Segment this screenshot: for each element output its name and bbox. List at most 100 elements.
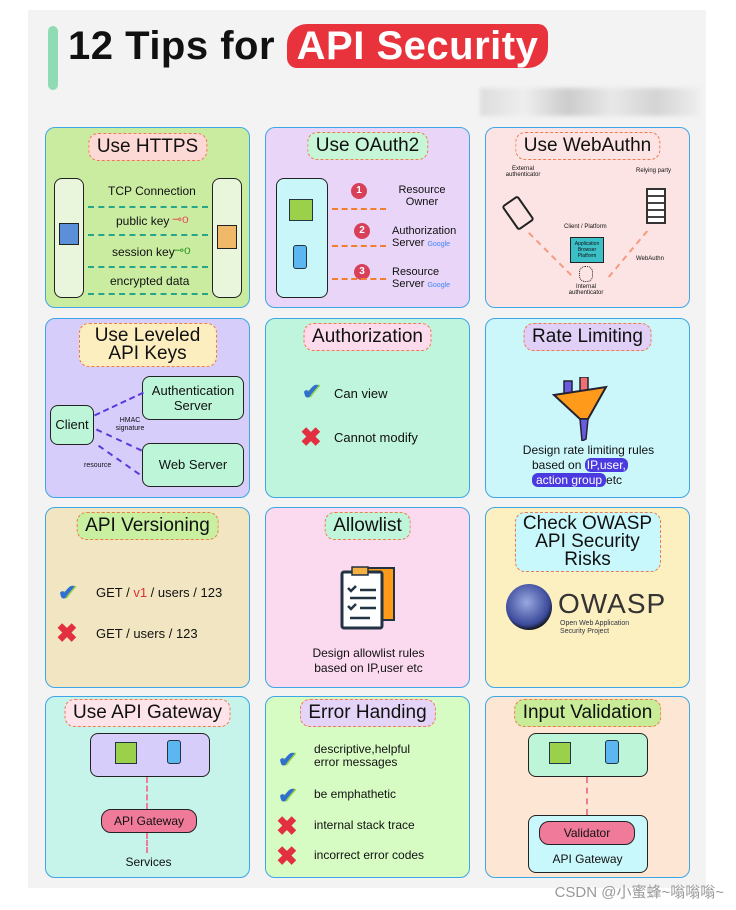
- title-accent-bar: [48, 26, 58, 90]
- phone-icon: [293, 245, 307, 269]
- arrow: [88, 293, 208, 295]
- web-server-box: Web Server: [142, 443, 244, 487]
- label: Client / Platform: [564, 224, 607, 230]
- panel-title: Authorization: [303, 323, 432, 351]
- arrow: [88, 234, 208, 236]
- error-dont: internal stack trace: [314, 818, 415, 832]
- highlight: IP,user,: [584, 458, 628, 472]
- panel-title: Use WebAuthn: [514, 132, 661, 160]
- validator-box: Validator: [539, 821, 635, 845]
- step-badge: 2: [354, 223, 370, 239]
- https-row: session key: [112, 245, 175, 259]
- arrow: [607, 230, 649, 278]
- api-gateway-box: API Gateway: [101, 809, 197, 833]
- cross-icon: ✖: [276, 841, 298, 871]
- panel-title: Use OAuth2: [306, 132, 429, 160]
- arrow: [332, 208, 386, 210]
- panel-authorization: Authorization ✔ Can view ✖ Cannot modify: [265, 318, 470, 498]
- panel-title: Check OWASP API Security Risks: [514, 512, 661, 572]
- panel-webauthn: Use WebAuthn External authenticator Rely…: [485, 127, 690, 308]
- oauth-step-label: Authorization Server Google: [392, 225, 462, 251]
- arrow: [586, 777, 588, 815]
- arrow: [528, 232, 572, 276]
- key-icon: ⊸o: [172, 212, 189, 226]
- cross-icon: ✖: [56, 618, 78, 648]
- gateway-label: API Gateway: [552, 852, 623, 866]
- panel-allowlist: Allowlist Design allowlist rules based o…: [265, 507, 470, 688]
- cross-icon: ✖: [300, 422, 322, 452]
- oauth-step-label: Resource Server Google: [392, 266, 462, 292]
- text: / users / 123: [147, 585, 223, 600]
- label: Internal authenticator: [568, 284, 604, 296]
- panel-owasp: Check OWASP API Security Risks OWASP Ope…: [485, 507, 690, 688]
- highlight: action group: [532, 473, 607, 487]
- https-row: TCP Connection: [108, 184, 196, 198]
- arrow: [88, 266, 208, 268]
- double-check-icon: ✔: [58, 580, 77, 605]
- panel-api-gateway: Use API Gateway API Gateway Services: [45, 696, 250, 878]
- panel-title: Use API Gateway: [64, 699, 231, 727]
- panel-https: Use HTTPS TCP Connection public key ⊸o s…: [45, 127, 250, 308]
- api-gateway-box: Validator API Gateway: [528, 815, 648, 873]
- panel-versioning: API Versioning ✔ GET / v1 / users / 123 …: [45, 507, 250, 688]
- title-text: 12 Tips for: [68, 24, 276, 68]
- double-check-icon: ✔: [278, 783, 297, 808]
- services-label: Services: [125, 855, 172, 869]
- panel-title: Allowlist: [324, 512, 411, 540]
- google-logo: Google: [427, 241, 451, 248]
- rate-desc: Design rate limiting rules: [522, 443, 655, 457]
- error-dont: incorrect error codes: [314, 848, 425, 862]
- title-highlight: API Security: [286, 24, 549, 68]
- panel-title: Input Validation: [513, 699, 662, 727]
- arrow: [146, 777, 148, 809]
- allowlist-desc: Design allowlist rules: [312, 646, 425, 660]
- title-text: Check OWASP API Security Risks: [522, 513, 653, 570]
- blurred-logo: [480, 88, 700, 116]
- label: WebAuthn: [636, 256, 664, 262]
- arrow: [97, 444, 141, 476]
- client-devices: [276, 178, 328, 298]
- client-devices: [528, 733, 648, 777]
- computer-icon: [54, 178, 84, 298]
- client-devices: [90, 733, 210, 777]
- double-check-icon: ✔: [302, 379, 321, 404]
- google-logo: Google: [427, 282, 451, 289]
- error-do: be emphathetic: [314, 787, 397, 801]
- text: etc: [606, 473, 623, 487]
- panel-title: API Versioning: [76, 512, 219, 540]
- label: Relying party: [636, 168, 672, 174]
- fingerprint-icon: [579, 266, 593, 282]
- label: resource: [84, 462, 112, 469]
- https-row: encrypted data: [110, 274, 190, 288]
- cross-icon: ✖: [276, 811, 298, 841]
- title-text: Use Leveled API Keys: [94, 325, 201, 364]
- client-box: Client: [50, 405, 94, 445]
- panel-title: Rate Limiting: [523, 323, 652, 351]
- permission-allowed: Can view: [334, 386, 388, 401]
- error-do: descriptive,helpful error messages: [314, 742, 411, 769]
- watermark: CSDN @小蜜蜂~嗡嗡嗡~: [554, 884, 724, 901]
- step-badge: 1: [351, 183, 367, 199]
- panel-leveled-keys: Use Leveled API Keys Client Authenticati…: [45, 318, 250, 498]
- owasp-subtitle: Security Project: [560, 628, 610, 635]
- monitor-icon: [289, 199, 313, 221]
- owasp-wordmark: OWASP: [558, 588, 667, 619]
- arrow: [94, 391, 144, 417]
- clipboard-icon: [340, 566, 395, 630]
- owasp-subtitle: Open Web Application: [560, 620, 630, 627]
- security-key-icon: [501, 194, 535, 232]
- permission-denied: Cannot modify: [334, 430, 418, 445]
- server-icon: [646, 188, 666, 224]
- panel-rate-limiting: Rate Limiting Design rate limiting rules…: [485, 318, 690, 498]
- funnel-icon: [552, 377, 608, 441]
- server-icon: [212, 178, 242, 298]
- panel-error-handling: Error Handing ✔ descriptive,helpful erro…: [265, 696, 470, 878]
- good-endpoint: GET / v1 / users / 123: [96, 585, 222, 600]
- phone-icon: [605, 740, 619, 764]
- double-check-icon: ✔: [278, 747, 297, 772]
- version: v1: [133, 585, 148, 600]
- page-title: 12 Tips for API Security: [68, 24, 549, 69]
- https-row: public key: [116, 214, 170, 228]
- key-icon: ⊸o: [174, 243, 191, 257]
- label: HMAC signature: [115, 417, 145, 432]
